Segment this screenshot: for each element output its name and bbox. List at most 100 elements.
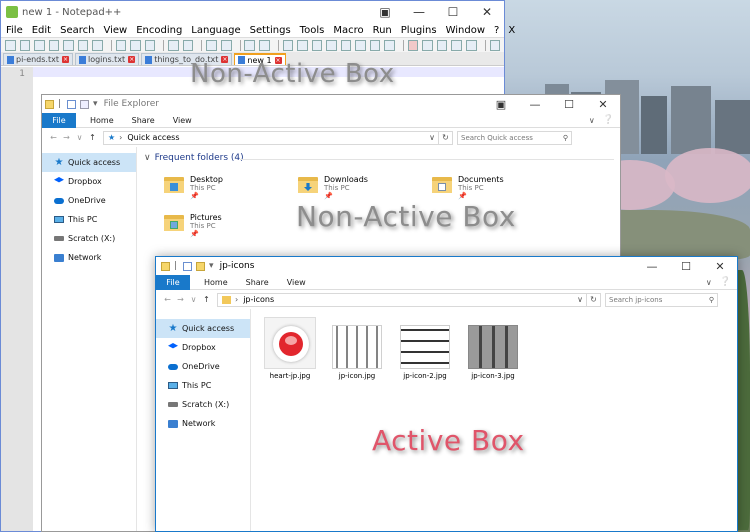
search-box[interactable]: Search jp-icons ⚲ bbox=[605, 292, 718, 307]
address-bar[interactable]: ★ › Quick access ∨ bbox=[103, 130, 439, 145]
minimize-button[interactable]: — bbox=[402, 5, 436, 19]
spell-check-icon[interactable] bbox=[489, 39, 501, 51]
ribbon-file-tab[interactable]: File bbox=[156, 274, 190, 290]
close-file-icon[interactable] bbox=[63, 39, 74, 51]
ribbon-view-tab[interactable]: View bbox=[287, 278, 306, 287]
tab-close-icon[interactable]: × bbox=[128, 56, 136, 63]
ribbon-home-tab[interactable]: Home bbox=[90, 116, 114, 125]
open-file-icon[interactable] bbox=[19, 39, 31, 51]
menu-macro[interactable]: Macro bbox=[333, 25, 363, 36]
folder-tile-downloads[interactable]: Downloads This PC 📌 bbox=[298, 175, 368, 200]
sync-scroll-icon[interactable] bbox=[282, 39, 294, 51]
paste-icon[interactable] bbox=[144, 39, 156, 51]
address-dropdown-icon[interactable]: ∨ bbox=[574, 295, 586, 304]
folder-workspace-icon[interactable] bbox=[369, 39, 381, 51]
menu-window[interactable]: Window bbox=[446, 25, 485, 36]
forward-icon[interactable]: → bbox=[60, 133, 73, 142]
file-tile-jp-icon-2[interactable]: jp-icon-2.jpg bbox=[397, 325, 453, 380]
indent-guide-icon[interactable] bbox=[326, 39, 337, 51]
breadcrumb-chevron-icon[interactable]: › bbox=[235, 295, 238, 304]
nav-dropbox[interactable]: Dropbox bbox=[156, 338, 250, 357]
show-all-chars-icon[interactable] bbox=[311, 39, 323, 51]
folder-tile-desktop[interactable]: Desktop This PC 📌 bbox=[164, 175, 223, 200]
save-macro-icon[interactable] bbox=[466, 39, 477, 51]
close-button[interactable]: ✕ bbox=[470, 5, 504, 19]
record-macro-icon[interactable] bbox=[407, 39, 419, 51]
back-icon[interactable]: ← bbox=[47, 133, 60, 142]
file-explorer-jp-icons[interactable]: | ▾ jp-icons — ☐ ✕ File Home Share View … bbox=[155, 256, 738, 532]
customize-dropdown-icon[interactable]: ▾ bbox=[209, 261, 214, 271]
nav-this-pc[interactable]: This PC bbox=[156, 376, 250, 395]
nav-onedrive[interactable]: OneDrive bbox=[42, 191, 136, 210]
word-wrap-icon[interactable] bbox=[297, 39, 308, 51]
copy-icon[interactable] bbox=[130, 39, 141, 51]
breadcrumb-chevron-icon[interactable]: › bbox=[119, 133, 122, 142]
menu-view[interactable]: View bbox=[103, 25, 127, 36]
maximize-button[interactable]: ☐ bbox=[552, 98, 586, 111]
new-folder-icon[interactable] bbox=[196, 261, 206, 271]
tab-close-icon[interactable]: × bbox=[61, 56, 69, 63]
play-multiple-icon[interactable] bbox=[451, 39, 463, 51]
menu-close-doc[interactable]: X bbox=[508, 25, 515, 36]
notepad-titlebar[interactable]: new 1 - Notepad++ ▣ — ☐ ✕ bbox=[1, 1, 504, 23]
expand-ribbon-icon[interactable]: ∨ bbox=[706, 278, 712, 287]
address-dropdown-icon[interactable]: ∨ bbox=[426, 133, 438, 142]
menu-tools[interactable]: Tools bbox=[300, 25, 325, 36]
save-icon[interactable] bbox=[34, 39, 45, 51]
find-icon[interactable] bbox=[206, 39, 217, 51]
menu-help[interactable]: ? bbox=[494, 25, 499, 36]
ribbon-home-tab[interactable]: Home bbox=[204, 278, 228, 287]
pin-icon[interactable]: ▣ bbox=[368, 5, 402, 19]
customize-dropdown-icon[interactable]: ▾ bbox=[93, 99, 98, 109]
play-macro-icon[interactable] bbox=[436, 39, 448, 51]
nav-onedrive[interactable]: OneDrive bbox=[156, 357, 250, 376]
properties-icon[interactable] bbox=[67, 99, 77, 109]
fe2-titlebar[interactable]: | ▾ jp-icons — ☐ ✕ bbox=[156, 257, 737, 275]
nav-network[interactable]: Network bbox=[42, 248, 136, 267]
save-all-icon[interactable] bbox=[48, 39, 60, 51]
expand-ribbon-icon[interactable]: ∨ bbox=[589, 116, 595, 125]
ribbon-share-tab[interactable]: Share bbox=[132, 116, 155, 125]
minimize-button[interactable]: — bbox=[518, 98, 552, 111]
fe1-titlebar[interactable]: | ▾ File Explorer ▣ — ☐ ✕ bbox=[42, 95, 620, 113]
stop-macro-icon[interactable] bbox=[422, 39, 433, 51]
forward-icon[interactable]: → bbox=[174, 295, 187, 304]
nav-scratch-drive[interactable]: Scratch (X:) bbox=[156, 395, 250, 414]
redo-icon[interactable] bbox=[182, 39, 194, 51]
refresh-icon[interactable]: ↻ bbox=[439, 130, 453, 145]
help-icon[interactable]: ❔ bbox=[603, 115, 614, 125]
nav-quick-access[interactable]: ★ Quick access bbox=[42, 153, 136, 172]
up-icon[interactable]: ↑ bbox=[200, 295, 213, 304]
frequent-folders-header[interactable]: ∨ Frequent folders (4) bbox=[144, 153, 244, 163]
function-list-icon[interactable] bbox=[355, 39, 366, 51]
minimize-button[interactable]: — bbox=[635, 260, 669, 273]
nav-dropbox[interactable]: Dropbox bbox=[42, 172, 136, 191]
close-all-icon[interactable] bbox=[77, 39, 89, 51]
recent-locations-icon[interactable]: ∨ bbox=[187, 295, 200, 304]
ribbon-share-tab[interactable]: Share bbox=[246, 278, 269, 287]
close-button[interactable]: ✕ bbox=[586, 98, 620, 111]
address-bar[interactable]: › jp-icons ∨ bbox=[217, 292, 587, 307]
cut-icon[interactable] bbox=[115, 39, 127, 51]
collapse-chevron-icon[interactable]: ∨ bbox=[144, 153, 151, 163]
search-box[interactable]: Search Quick access ⚲ bbox=[457, 130, 572, 145]
print-icon[interactable] bbox=[92, 39, 103, 51]
menu-settings[interactable]: Settings bbox=[250, 25, 291, 36]
back-icon[interactable]: ← bbox=[161, 295, 174, 304]
undo-icon[interactable] bbox=[168, 39, 179, 51]
tab-logins[interactable]: logins.txt × bbox=[74, 53, 140, 65]
refresh-icon[interactable]: ↻ bbox=[587, 292, 601, 307]
help-icon[interactable]: ❔ bbox=[720, 277, 731, 287]
pin-icon[interactable]: ▣ bbox=[484, 98, 518, 111]
maximize-button[interactable]: ☐ bbox=[669, 260, 703, 273]
up-icon[interactable]: ↑ bbox=[86, 133, 99, 142]
recent-locations-icon[interactable]: ∨ bbox=[73, 133, 86, 142]
menu-run[interactable]: Run bbox=[373, 25, 392, 36]
tab-pi-ends[interactable]: pi-ends.txt × bbox=[3, 53, 73, 65]
menu-encoding[interactable]: Encoding bbox=[136, 25, 182, 36]
ribbon-view-tab[interactable]: View bbox=[173, 116, 192, 125]
new-file-icon[interactable] bbox=[5, 39, 16, 51]
menu-language[interactable]: Language bbox=[191, 25, 240, 36]
zoom-out-icon[interactable] bbox=[259, 39, 270, 51]
file-tile-jp-icon-3[interactable]: jp-icon-3.jpg bbox=[465, 325, 521, 380]
